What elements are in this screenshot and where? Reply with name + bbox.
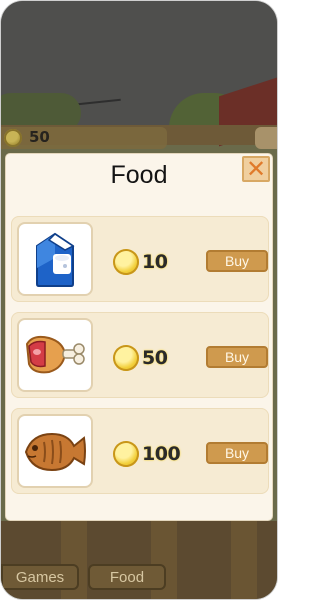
item-thumbnail — [17, 222, 93, 296]
coin-count: 50 — [29, 128, 50, 146]
hud-menu-button[interactable] — [255, 127, 277, 149]
games-button[interactable]: Games — [1, 564, 79, 590]
buy-button[interactable]: Buy — [206, 250, 268, 272]
game-screen: 50 Games Food Food ✕ 10 Buy 50 Buy 100 B… — [1, 1, 277, 599]
price-value: 100 — [142, 443, 181, 465]
shop-item-row: 10 Buy — [11, 216, 269, 302]
price-value: 50 — [142, 347, 168, 369]
close-icon: ✕ — [245, 155, 267, 183]
price-value: 10 — [142, 251, 168, 273]
ham-leg-icon — [25, 335, 85, 374]
food-shop-dialog: Food ✕ 10 Buy 50 Buy 100 Buy — [6, 154, 272, 520]
dialog-title: Food — [110, 161, 168, 189]
item-thumbnail — [17, 414, 93, 488]
item-price: 10 — [113, 248, 168, 276]
shop-item-row: 50 Buy — [11, 312, 269, 398]
food-nav-button[interactable]: Food — [88, 564, 166, 590]
coin-icon — [113, 441, 139, 467]
milk-carton-icon — [36, 232, 75, 287]
coin-icon — [113, 345, 139, 371]
close-button[interactable]: ✕ — [242, 156, 270, 182]
buy-button[interactable]: Buy — [206, 346, 268, 368]
coin-icon — [4, 129, 22, 147]
coin-counter: 50 — [1, 127, 167, 149]
fish-taiyaki-icon — [24, 432, 86, 472]
item-thumbnail — [17, 318, 93, 392]
shop-item-row: 100 Buy — [11, 408, 269, 494]
buy-button[interactable]: Buy — [206, 442, 268, 464]
item-price: 50 — [113, 344, 168, 372]
coin-icon — [113, 249, 139, 275]
fence-plank — [231, 513, 257, 599]
item-price: 100 — [113, 440, 181, 468]
